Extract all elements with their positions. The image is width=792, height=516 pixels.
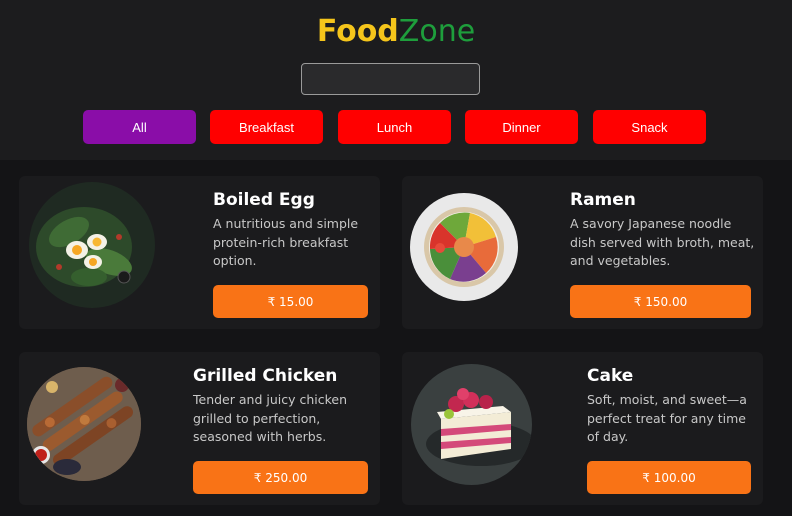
filter-all-button[interactable]: All	[83, 110, 196, 144]
logo-food: Food	[316, 14, 399, 49]
price-button[interactable]: ₹ 150.00	[570, 285, 751, 318]
search-input[interactable]	[301, 63, 480, 95]
filter-breakfast-button[interactable]: Breakfast	[210, 110, 323, 144]
header: FoodZone All Breakfast Lunch Dinner Snac…	[0, 0, 792, 160]
food-card-grilled-chicken: Grilled Chicken Tender and juicy chicken…	[19, 352, 380, 505]
grilled-chicken-image	[27, 367, 141, 481]
food-description: Tender and juicy chicken grilled to perf…	[193, 392, 348, 444]
food-name: Boiled Egg	[213, 190, 315, 210]
filter-lunch-button[interactable]: Lunch	[338, 110, 451, 144]
price-button[interactable]: ₹ 15.00	[213, 285, 368, 318]
filter-snack-button[interactable]: Snack	[593, 110, 706, 144]
food-card-boiled-egg: Boiled Egg A nutritious and simple prote…	[19, 176, 380, 329]
food-name: Cake	[587, 366, 634, 386]
ramen-bowl-image	[410, 193, 518, 301]
food-description: A savory Japanese noodle dish served wit…	[570, 216, 755, 268]
boiled-egg-image	[29, 182, 155, 308]
food-card-cake: Cake Soft, moist, and sweet—a perfect tr…	[402, 352, 763, 505]
food-card-ramen: Ramen A savory Japanese noodle dish serv…	[402, 176, 763, 329]
price-button[interactable]: ₹ 100.00	[587, 461, 751, 494]
food-name: Ramen	[570, 190, 636, 210]
cake-image	[411, 364, 532, 485]
price-button[interactable]: ₹ 250.00	[193, 461, 368, 494]
app-logo: FoodZone	[0, 14, 792, 49]
filter-dinner-button[interactable]: Dinner	[465, 110, 578, 144]
food-description: A nutritious and simple protein-rich bre…	[213, 216, 359, 268]
food-name: Grilled Chicken	[193, 366, 338, 386]
food-description: Soft, moist, and sweet—a perfect treat f…	[587, 392, 747, 444]
logo-zone: Zone	[398, 14, 476, 49]
